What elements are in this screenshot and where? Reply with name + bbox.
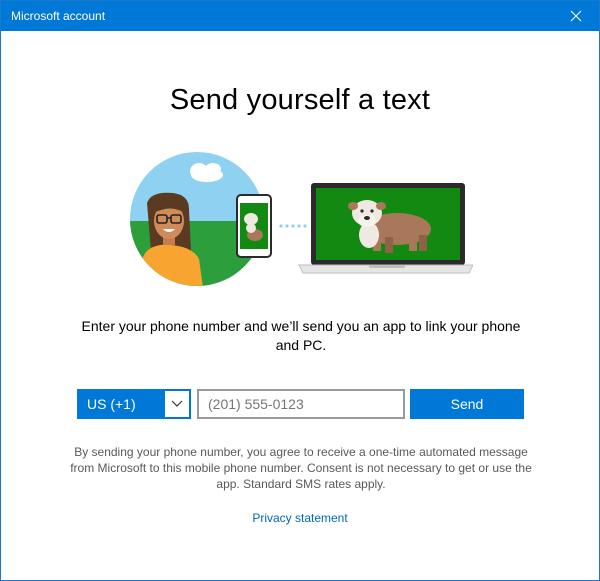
link-phone-illustration — [130, 152, 473, 286]
instructions-text: Enter your phone number and we’ll send y… — [81, 318, 521, 353]
chevron-down-icon — [171, 400, 183, 407]
close-button[interactable] — [553, 1, 599, 31]
page-title: Send yourself a text — [169, 84, 431, 116]
country-code-value: US (+1) — [79, 391, 165, 417]
title-bar[interactable]: Microsoft account — [1, 1, 599, 31]
connection-dots — [279, 224, 307, 228]
privacy-statement-link[interactable]: Privacy statement — [1, 510, 599, 526]
close-icon — [570, 10, 582, 22]
window-title: Microsoft account — [11, 9, 106, 23]
phone-icon — [236, 194, 272, 258]
phone-number-input[interactable] — [197, 389, 405, 419]
send-button[interactable]: Send — [410, 389, 524, 419]
consent-disclaimer: By sending your phone number, you agree … — [70, 445, 532, 491]
country-code-dropdown[interactable]: US (+1) — [77, 389, 191, 419]
microsoft-account-dialog: Microsoft account Send yourself a text E… — [0, 0, 600, 581]
